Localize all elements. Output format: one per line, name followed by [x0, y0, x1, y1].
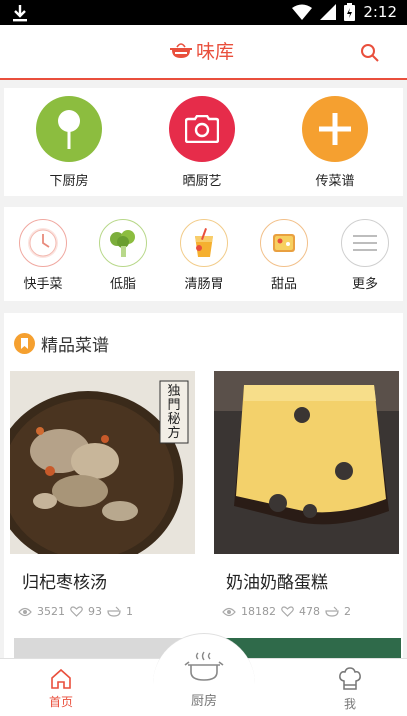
- lollipop-icon: [36, 96, 102, 162]
- brand: 味库: [170, 37, 234, 64]
- category-label: 更多: [351, 277, 378, 292]
- recipe-title: 奶油奶酪蛋糕: [226, 573, 328, 593]
- recipe-photo[interactable]: 独門秘方: [10, 371, 195, 554]
- category-label: 清肠胃: [184, 277, 224, 292]
- section-title: 精品菜谱: [41, 336, 109, 356]
- tab-label: 首页: [48, 695, 73, 709]
- section-header: 精品菜谱: [14, 331, 109, 356]
- tab-label: 厨房: [190, 694, 217, 709]
- cake-icon: [260, 219, 308, 267]
- app-header: 味库: [0, 25, 407, 80]
- category-more[interactable]: 更多: [335, 219, 395, 292]
- home-icon: [51, 668, 71, 689]
- signal-icon: [320, 4, 337, 20]
- category-detox[interactable]: 清肠胃: [174, 219, 234, 292]
- like-count: 478: [299, 605, 320, 618]
- bookmark-badge-icon: [14, 333, 35, 354]
- eye-icon: [222, 607, 236, 616]
- tab-me[interactable]: 我: [315, 667, 385, 712]
- collect-count: 2: [344, 605, 351, 618]
- page-title: 味库: [196, 41, 235, 63]
- tab-home[interactable]: 首页: [26, 667, 96, 710]
- wifi-icon: [292, 4, 313, 20]
- view-count: 3521: [37, 605, 65, 618]
- quick-action-label: 晒厨艺: [182, 174, 222, 189]
- status-time: 2:12: [363, 3, 397, 21]
- bowl-icon: [107, 606, 121, 617]
- quick-action-share[interactable]: 晒厨艺: [152, 96, 252, 189]
- drink-icon: [180, 219, 228, 267]
- search-icon[interactable]: [358, 41, 382, 65]
- view-count: 18182: [241, 605, 276, 618]
- recipe-stats: 18182 478 2: [222, 605, 399, 618]
- stamp-label: 独門秘方: [167, 384, 181, 441]
- recipe-stats: 3521 93 1: [18, 605, 195, 618]
- battery-icon: [344, 3, 356, 21]
- recipe-card[interactable]: 奶油奶酪蛋糕 18182 478 2: [214, 371, 399, 618]
- featured-section: 精品菜谱 独門秘方 归杞枣核汤 3521 93 1 奶油奶酪蛋糕 18182 4…: [4, 313, 403, 658]
- category-label: 快手菜: [23, 277, 63, 292]
- tab-label: 我: [343, 697, 356, 711]
- clock-icon: [19, 219, 67, 267]
- categories-panel: 快手菜 低脂 清肠胃 甜品 更多: [4, 207, 403, 301]
- recipe-card[interactable]: 独門秘方 归杞枣核汤 3521 93 1: [10, 371, 195, 618]
- category-lowfat[interactable]: 低脂: [93, 219, 153, 292]
- bowl-icon: [325, 606, 339, 617]
- chef-hat-icon: [339, 667, 361, 690]
- download-icon: [13, 5, 27, 22]
- eye-icon: [18, 607, 32, 616]
- quick-action-upload[interactable]: 传菜谱: [285, 96, 385, 189]
- quick-actions-panel: 下厨房 晒厨艺 传菜谱: [4, 88, 403, 196]
- collect-count: 1: [126, 605, 133, 618]
- heart-icon: [70, 606, 83, 617]
- quick-action-label: 传菜谱: [315, 174, 355, 189]
- quick-action-label: 下厨房: [49, 174, 89, 189]
- broccoli-icon: [99, 219, 147, 267]
- logo-pot-icon: [170, 42, 192, 58]
- category-dessert[interactable]: 甜品: [254, 219, 314, 292]
- pot-icon: [184, 651, 224, 681]
- plus-icon: [302, 96, 368, 162]
- like-count: 93: [88, 605, 102, 618]
- more-icon: [341, 219, 389, 267]
- category-label: 低脂: [109, 277, 136, 292]
- recipe-photo[interactable]: [214, 371, 399, 554]
- category-label: 甜品: [270, 277, 297, 292]
- camera-icon: [169, 96, 235, 162]
- tab-kitchen[interactable]: 厨房: [153, 650, 255, 709]
- recipe-title: 归杞枣核汤: [22, 573, 107, 593]
- status-bar: 2:12: [0, 0, 407, 25]
- category-quick[interactable]: 快手菜: [13, 219, 73, 292]
- heart-icon: [281, 606, 294, 617]
- quick-action-cook[interactable]: 下厨房: [19, 96, 119, 189]
